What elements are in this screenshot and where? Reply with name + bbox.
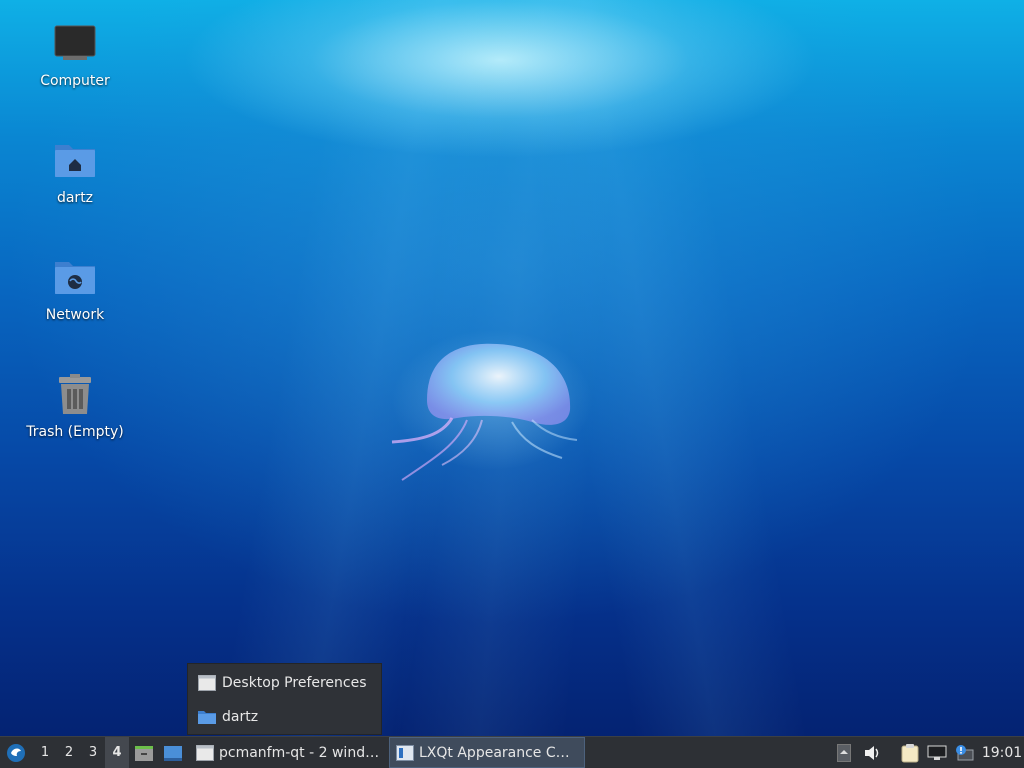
desktop-switch-3[interactable]: 3 [81, 737, 105, 768]
desktop-icon-home[interactable]: dartz [15, 137, 135, 207]
appearance-icon [396, 744, 414, 761]
taskbar-panel: 1 2 3 4 pcmanfm-qt - 2 windo… LXQt Appea… [0, 736, 1024, 768]
folder-icon [198, 711, 216, 724]
home-folder-icon [51, 137, 99, 185]
jellyfish-wallpaper-image [391, 330, 592, 481]
desktop-icon-network[interactable]: Network [15, 254, 135, 324]
network-monitor-icon [927, 745, 947, 760]
desktop-icon-label: Computer [40, 73, 110, 89]
desktop-switch-4[interactable]: 4 [105, 737, 129, 768]
volume-control[interactable] [861, 737, 883, 768]
main-menu-button[interactable] [4, 737, 28, 768]
popup-item-dartz[interactable]: dartz [188, 701, 381, 733]
task-button-lxqt-appearance[interactable]: LXQt Appearance Con… [389, 737, 585, 768]
desktop-switch-2[interactable]: 2 [57, 737, 81, 768]
computer-icon [51, 20, 99, 68]
clock[interactable]: 19:01 [982, 737, 1022, 768]
show-desktop-icon [164, 745, 182, 761]
clipboard-tray[interactable] [898, 737, 922, 768]
quicklaunch-file-manager[interactable] [133, 737, 155, 768]
desktop-icon-computer[interactable]: Computer [15, 20, 135, 90]
desktop-icon-trash[interactable]: Trash (Empty) [15, 371, 135, 441]
network-monitor-tray[interactable] [926, 737, 948, 768]
desktop-switch-1[interactable]: 1 [33, 737, 57, 768]
task-button-pcmanfm[interactable]: pcmanfm-qt - 2 windo… [190, 737, 386, 768]
lxqt-menu-icon [7, 743, 25, 762]
task-button-label: pcmanfm-qt - 2 windo… [219, 744, 380, 761]
desktop-icon-label: Network [45, 307, 105, 323]
tray-expand-button[interactable] [834, 737, 854, 768]
clipboard-icon [901, 743, 919, 762]
window-icon [198, 675, 216, 691]
trash-icon [51, 371, 99, 419]
desktop-icon-label: Trash (Empty) [26, 424, 124, 440]
network-folder-icon [51, 254, 99, 302]
volume-icon [865, 745, 879, 760]
desktop-icon-label: dartz [56, 190, 94, 206]
popup-item-label: dartz [222, 709, 259, 725]
file-manager-icon [135, 745, 153, 761]
update-notifier-tray[interactable] [953, 737, 975, 768]
task-button-label: LXQt Appearance Con… [419, 744, 578, 761]
quicklaunch-show-desktop[interactable] [161, 737, 185, 768]
popup-item-desktop-preferences[interactable]: Desktop Preferences [188, 667, 381, 699]
update-notifier-icon [956, 744, 974, 760]
window-icon [196, 744, 214, 761]
popup-item-label: Desktop Preferences [222, 675, 367, 691]
tray-arrow-icon [837, 743, 851, 762]
window-list-popup: Desktop Preferences dartz [187, 663, 382, 735]
